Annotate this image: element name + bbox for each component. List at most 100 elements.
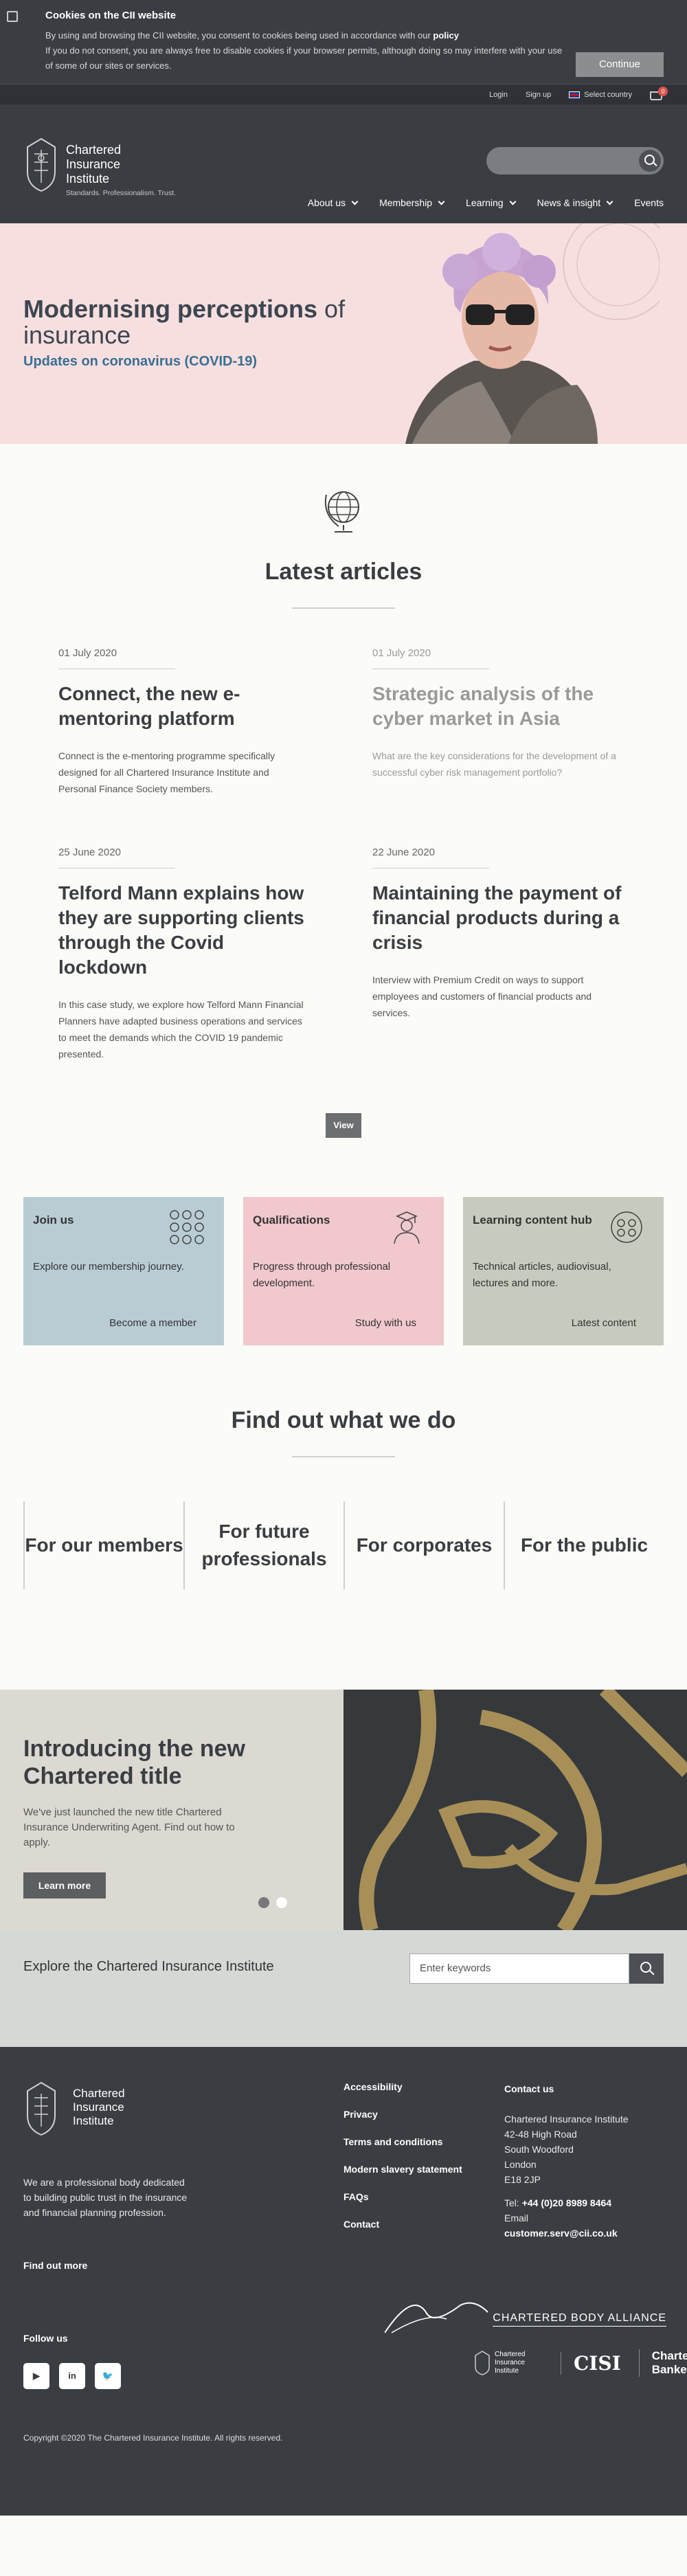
tile-description: Progress through professional developmen…	[253, 1261, 391, 1289]
article-summary: What are the key considerations for the …	[372, 750, 616, 778]
contact-email-label: Email	[504, 2213, 529, 2224]
promo-title: Introducing the new Chartered title	[23, 1736, 245, 1789]
select-country-link[interactable]: Select country	[569, 91, 632, 99]
article-title[interactable]: Maintaining the payment of financial pro…	[372, 881, 629, 955]
nav-news-insight[interactable]: News & insight	[537, 197, 613, 208]
site-logo[interactable]: Chartered Insurance Institute Standards. P…	[23, 137, 176, 197]
twitter-icon[interactable]: 🐦	[95, 2363, 121, 2389]
logo-tagline: Standards. Professionalism. Trust.	[66, 189, 176, 197]
search-icon[interactable]	[639, 150, 661, 172]
basket-icon[interactable]: 0	[650, 86, 668, 100]
article-title[interactable]: Telford Mann explains how they are suppo…	[58, 881, 315, 980]
footer-links: Accessibility Privacy Terms and conditio…	[344, 2081, 462, 2246]
carousel-dot-1[interactable]	[258, 1897, 269, 1908]
learning-hub-icon	[611, 1211, 642, 1243]
tel-link[interactable]: +44 (0)20 8989 8464	[522, 2197, 611, 2208]
view-articles-button[interactable]: View	[326, 1113, 361, 1138]
carousel-dots	[258, 1897, 287, 1908]
tile-learning-content-hub[interactable]: Learning content hub Technical articles,…	[463, 1197, 664, 1345]
header-search-input[interactable]	[486, 147, 664, 175]
divider	[372, 868, 489, 869]
cookie-continue-button[interactable]: Continue	[576, 52, 664, 77]
login-link[interactable]: Login	[489, 91, 508, 99]
promo-content: Introducing the new Chartered title We'v…	[0, 1690, 344, 1930]
footer-link-terms[interactable]: Terms and conditions	[344, 2136, 462, 2147]
covid-updates-link[interactable]: Updates on coronavirus (COVID-19)	[23, 354, 257, 370]
hero-title: Modernising perceptions of insurance	[23, 295, 346, 349]
utility-bar: Login Sign up Select country 0	[0, 84, 687, 104]
site-footer: Chartered Insurance Institute We are a pro…	[0, 2047, 687, 2516]
footer-link-privacy[interactable]: Privacy	[344, 2109, 462, 2120]
latest-articles-title: Latest articles	[264, 559, 423, 585]
chevron-down-icon	[606, 198, 613, 205]
cookie-icon	[7, 11, 18, 22]
cookie-text: By using and browsing the CII website, y…	[45, 30, 459, 41]
promo-carousel: Introducing the new Chartered title We'v…	[0, 1690, 687, 1930]
chartered-body-alliance-logo: CHARTERED BODY ALLIANCE	[384, 2285, 666, 2340]
find-for-members[interactable]: For our members	[23, 1501, 183, 1589]
become-member-link[interactable]: Become a member	[109, 1317, 196, 1329]
carousel-dot-2[interactable]	[276, 1897, 287, 1908]
find-for-future-professionals[interactable]: For future professionals	[183, 1501, 344, 1589]
footer-link-modern-slavery[interactable]: Modern slavery statement	[344, 2164, 462, 2175]
latest-content-link[interactable]: Latest content	[572, 1317, 636, 1329]
email-link[interactable]: customer.serv@cii.co.uk	[504, 2228, 618, 2239]
youtube-icon[interactable]: ▶	[23, 2363, 49, 2389]
basket-count-badge: 0	[658, 86, 668, 96]
latest-articles-section: Latest articles 01 July 2020 Connect, th…	[0, 444, 687, 1138]
article-title[interactable]: Strategic analysis of the cyber market i…	[372, 682, 629, 731]
find-for-public[interactable]: For the public	[504, 1501, 664, 1589]
article-date: 25 June 2020	[58, 847, 121, 858]
main-nav: About us Membership Learning News & insi…	[308, 197, 664, 208]
explore-search-section: Explore the Chartered Insurance Institut…	[0, 1930, 687, 2047]
chevron-down-icon	[509, 198, 517, 205]
hero-portrait-image	[405, 223, 660, 444]
article-card[interactable]: 25 June 2020 Telford Mann explains how t…	[58, 847, 315, 1062]
article-card[interactable]: 01 July 2020 Strategic analysis of the c…	[372, 647, 629, 797]
explore-title: Explore the Chartered Insurance Institut…	[23, 1959, 274, 1974]
member-cii: Chartered Insurance Institute	[495, 2351, 526, 2375]
tile-join-us[interactable]: Join us Explore our membership journey. …	[23, 1197, 224, 1345]
cii-crest-icon	[475, 2351, 490, 2375]
network-icon	[170, 1210, 204, 1244]
nav-about-us[interactable]: About us	[308, 197, 359, 208]
find-out-title: Find out what we do	[231, 1407, 456, 1433]
chevron-down-icon	[438, 198, 445, 205]
hero-banner: Modernising perceptions of insurance Upd…	[0, 223, 687, 444]
footer-link-contact[interactable]: Contact	[344, 2219, 462, 2230]
find-for-corporates[interactable]: For corporates	[344, 1501, 504, 1589]
cookie-title: Cookies on the CII website	[45, 10, 177, 21]
article-date: 01 July 2020	[58, 647, 117, 659]
footer-link-accessibility[interactable]: Accessibility	[344, 2081, 462, 2092]
divider	[292, 607, 395, 609]
alliance-members: Chartered Insurance Institute CISI Chart…	[474, 2349, 687, 2377]
copyright: Copyright ©2020 The Chartered Insurance …	[23, 2433, 283, 2443]
article-card[interactable]: 01 July 2020 Connect, the new e-mentorin…	[58, 647, 315, 797]
nav-membership[interactable]: Membership	[379, 197, 445, 208]
article-summary: Interview with Premium Credit on ways to…	[372, 974, 592, 1018]
footer-link-faqs[interactable]: FAQs	[344, 2191, 462, 2202]
learn-more-button[interactable]: Learn more	[23, 1872, 106, 1899]
footer-about: We are a professional body dedicated to …	[23, 2177, 188, 2218]
globe-icon	[324, 491, 359, 533]
nav-learning[interactable]: Learning	[466, 197, 517, 208]
study-with-us-link[interactable]: Study with us	[355, 1317, 416, 1329]
article-title[interactable]: Connect, the new e-mentoring platform	[58, 682, 315, 731]
linkedin-icon[interactable]: in	[59, 2363, 85, 2389]
cookie-policy-link[interactable]: policy	[433, 30, 459, 41]
tile-description: Technical articles, audiovisual, lecture…	[473, 1261, 611, 1289]
contact-tel: Tel: +44 (0)20 8989 8464	[504, 2197, 612, 2208]
footer-find-out-more-link[interactable]: Find out more	[23, 2260, 87, 2271]
tile-qualifications[interactable]: Qualifications Progress through professi…	[243, 1197, 444, 1345]
article-card[interactable]: 22 June 2020 Maintaining the payment of …	[372, 847, 629, 1062]
signup-link[interactable]: Sign up	[526, 91, 551, 99]
article-date: 01 July 2020	[372, 647, 431, 659]
nav-events[interactable]: Events	[634, 197, 664, 208]
cii-crest-icon	[27, 137, 56, 192]
footer-logo[interactable]: Chartered Insurance Institute	[23, 2081, 125, 2136]
keywords-search-input[interactable]: Enter keywords	[409, 1953, 629, 1984]
tile-description: Explore our membership journey.	[33, 1261, 184, 1273]
social-links: ▶ in 🐦	[23, 2363, 121, 2389]
member-chartered-banker: CharteredBanker	[638, 2349, 687, 2377]
search-icon[interactable]	[629, 1953, 664, 1984]
